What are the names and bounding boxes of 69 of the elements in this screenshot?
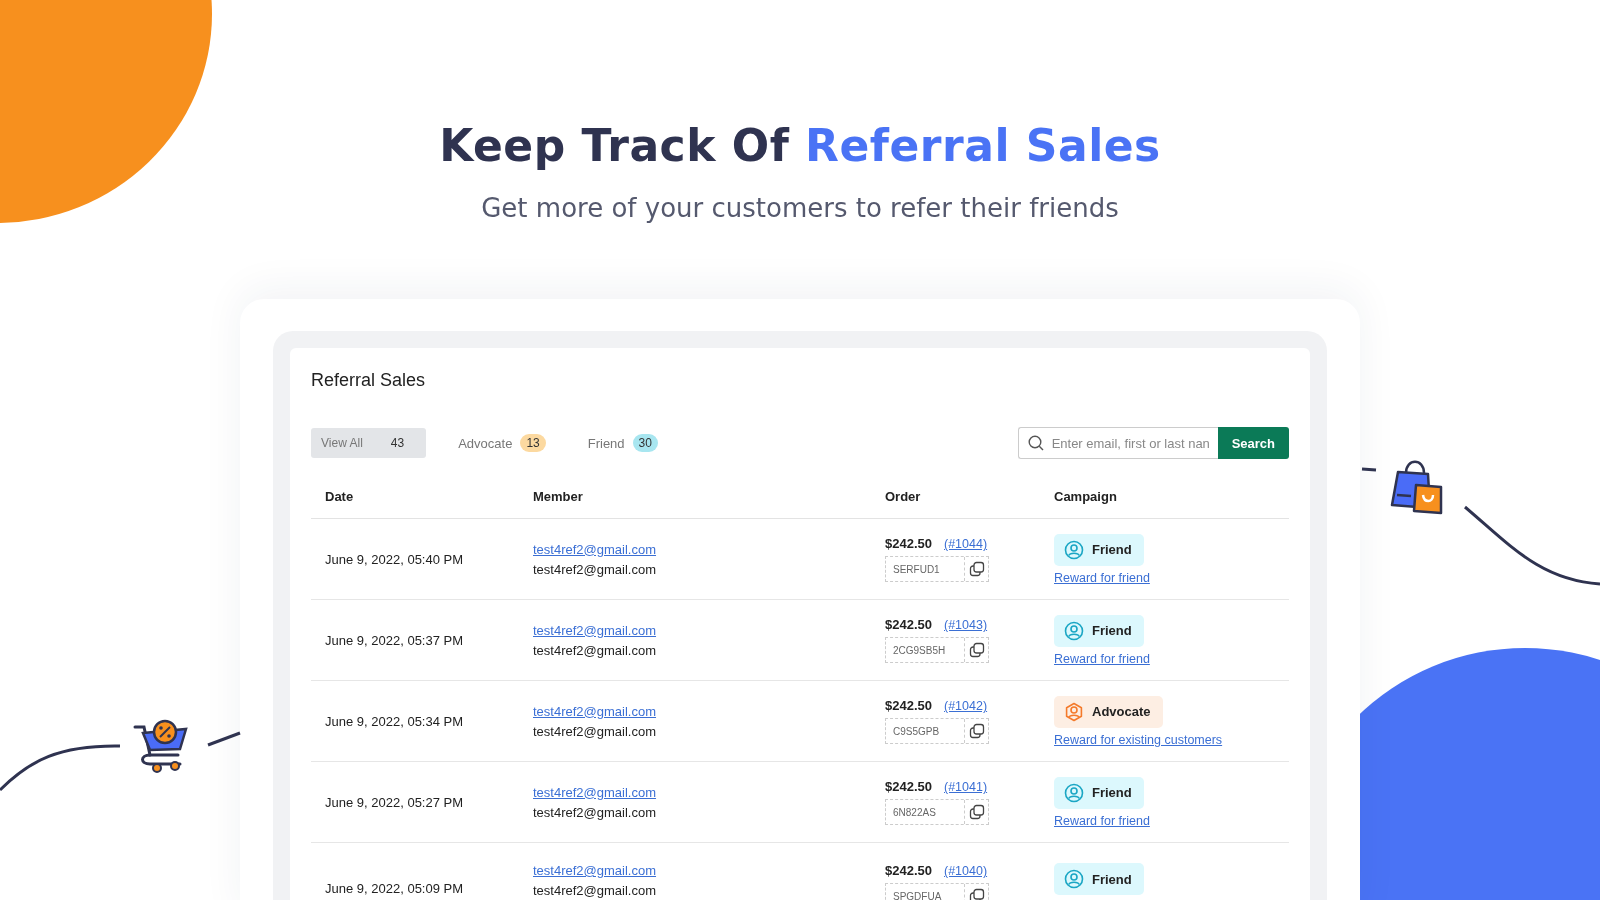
copy-button[interactable] <box>964 719 988 743</box>
coupon-code: 2CG9SB5H <box>892 643 947 658</box>
column-header: Campaign <box>1053 489 1118 504</box>
copy-icon <box>968 888 985 900</box>
user-icon <box>1064 782 1084 803</box>
coupon-code: 6N822AS <box>892 805 937 820</box>
panel-title: Referral Sales <box>311 370 427 391</box>
curve-line <box>207 731 241 747</box>
copy-icon <box>968 561 985 577</box>
member-link[interactable]: test4ref2@gmail.com <box>533 784 657 800</box>
campaign-badge: Friend <box>1054 776 1144 809</box>
copy-icon <box>968 804 985 820</box>
copy-button[interactable] <box>964 638 988 662</box>
user-icon <box>1064 620 1084 641</box>
order-amount: $242.50 <box>885 536 932 551</box>
date-cell: June 9, 2022, 05:34 PM <box>325 713 464 729</box>
copy-button[interactable] <box>964 800 988 824</box>
shopping-bag-icon <box>1390 460 1443 515</box>
member-email: test4ref2@gmail.com <box>533 642 657 658</box>
date-cell: June 9, 2022, 05:09 PM <box>325 881 464 896</box>
subtitle: Get more of your customers to refer their friends <box>481 193 1119 223</box>
order-link[interactable]: (#1044) <box>944 537 988 551</box>
campaign-badge: Friend <box>1054 533 1144 566</box>
headline: Keep Track Of Referral Sales <box>439 120 1161 171</box>
coupon-code: C9S5GPB <box>892 724 941 739</box>
search-field[interactable]: Enter email, first or last nan <box>1017 427 1218 459</box>
member-link[interactable]: test4ref2@gmail.com <box>533 541 657 557</box>
search-button[interactable]: Search <box>1217 427 1289 459</box>
column-header: Order <box>884 489 922 504</box>
member-link[interactable]: test4ref2@gmail.com <box>533 703 657 719</box>
user-icon <box>1064 539 1084 560</box>
member-email: test4ref2@gmail.com <box>533 723 657 739</box>
reward-link[interactable]: Reward for friend <box>1054 813 1150 828</box>
member-email: test4ref2@gmail.com <box>533 561 657 577</box>
coupon-code: SERFUD1 <box>892 562 941 577</box>
user-icon <box>1064 869 1084 889</box>
copy-icon <box>968 642 985 658</box>
order-amount: $242.50 <box>885 863 932 878</box>
copy-button[interactable] <box>964 557 988 581</box>
order-amount: $242.50 <box>885 779 932 794</box>
reward-link[interactable]: Reward for friend <box>1054 570 1150 585</box>
column-header: Member <box>532 489 584 504</box>
filter-tab[interactable]: Friend 30 <box>577 428 668 458</box>
curve-line <box>1361 467 1377 472</box>
order-link[interactable]: (#1041) <box>944 780 988 794</box>
date-cell: June 9, 2022, 05:37 PM <box>325 632 464 648</box>
reward-link[interactable]: Reward for existing customers <box>1054 732 1223 747</box>
shopping-cart-icon <box>133 719 188 773</box>
campaign-badge: Advocate <box>1054 695 1163 728</box>
date-cell: June 9, 2022, 05:40 PM <box>325 551 464 567</box>
filter-tab[interactable]: View All 43 <box>311 428 427 458</box>
member-email: test4ref2@gmail.com <box>533 883 657 898</box>
column-header: Date <box>324 489 355 504</box>
campaign-badge: Friend <box>1054 863 1144 895</box>
member-email: test4ref2@gmail.com <box>533 804 657 820</box>
reward-link[interactable]: Reward for friend <box>1054 651 1150 666</box>
campaign-badge: Friend <box>1054 614 1144 647</box>
user-icon <box>1064 701 1084 722</box>
order-link[interactable]: (#1043) <box>944 618 988 632</box>
order-link[interactable]: (#1042) <box>944 699 988 713</box>
copy-icon <box>968 723 985 739</box>
order-amount: $242.50 <box>885 698 932 713</box>
filter-tab[interactable]: Advocate 13 <box>448 428 556 458</box>
member-link[interactable]: test4ref2@gmail.com <box>533 863 657 878</box>
order-amount: $242.50 <box>885 617 932 632</box>
order-link[interactable]: (#1040) <box>944 864 988 878</box>
member-link[interactable]: test4ref2@gmail.com <box>533 622 657 638</box>
date-cell: June 9, 2022, 05:27 PM <box>325 794 464 810</box>
coupon-code: SPGDFUA <box>892 889 943 900</box>
